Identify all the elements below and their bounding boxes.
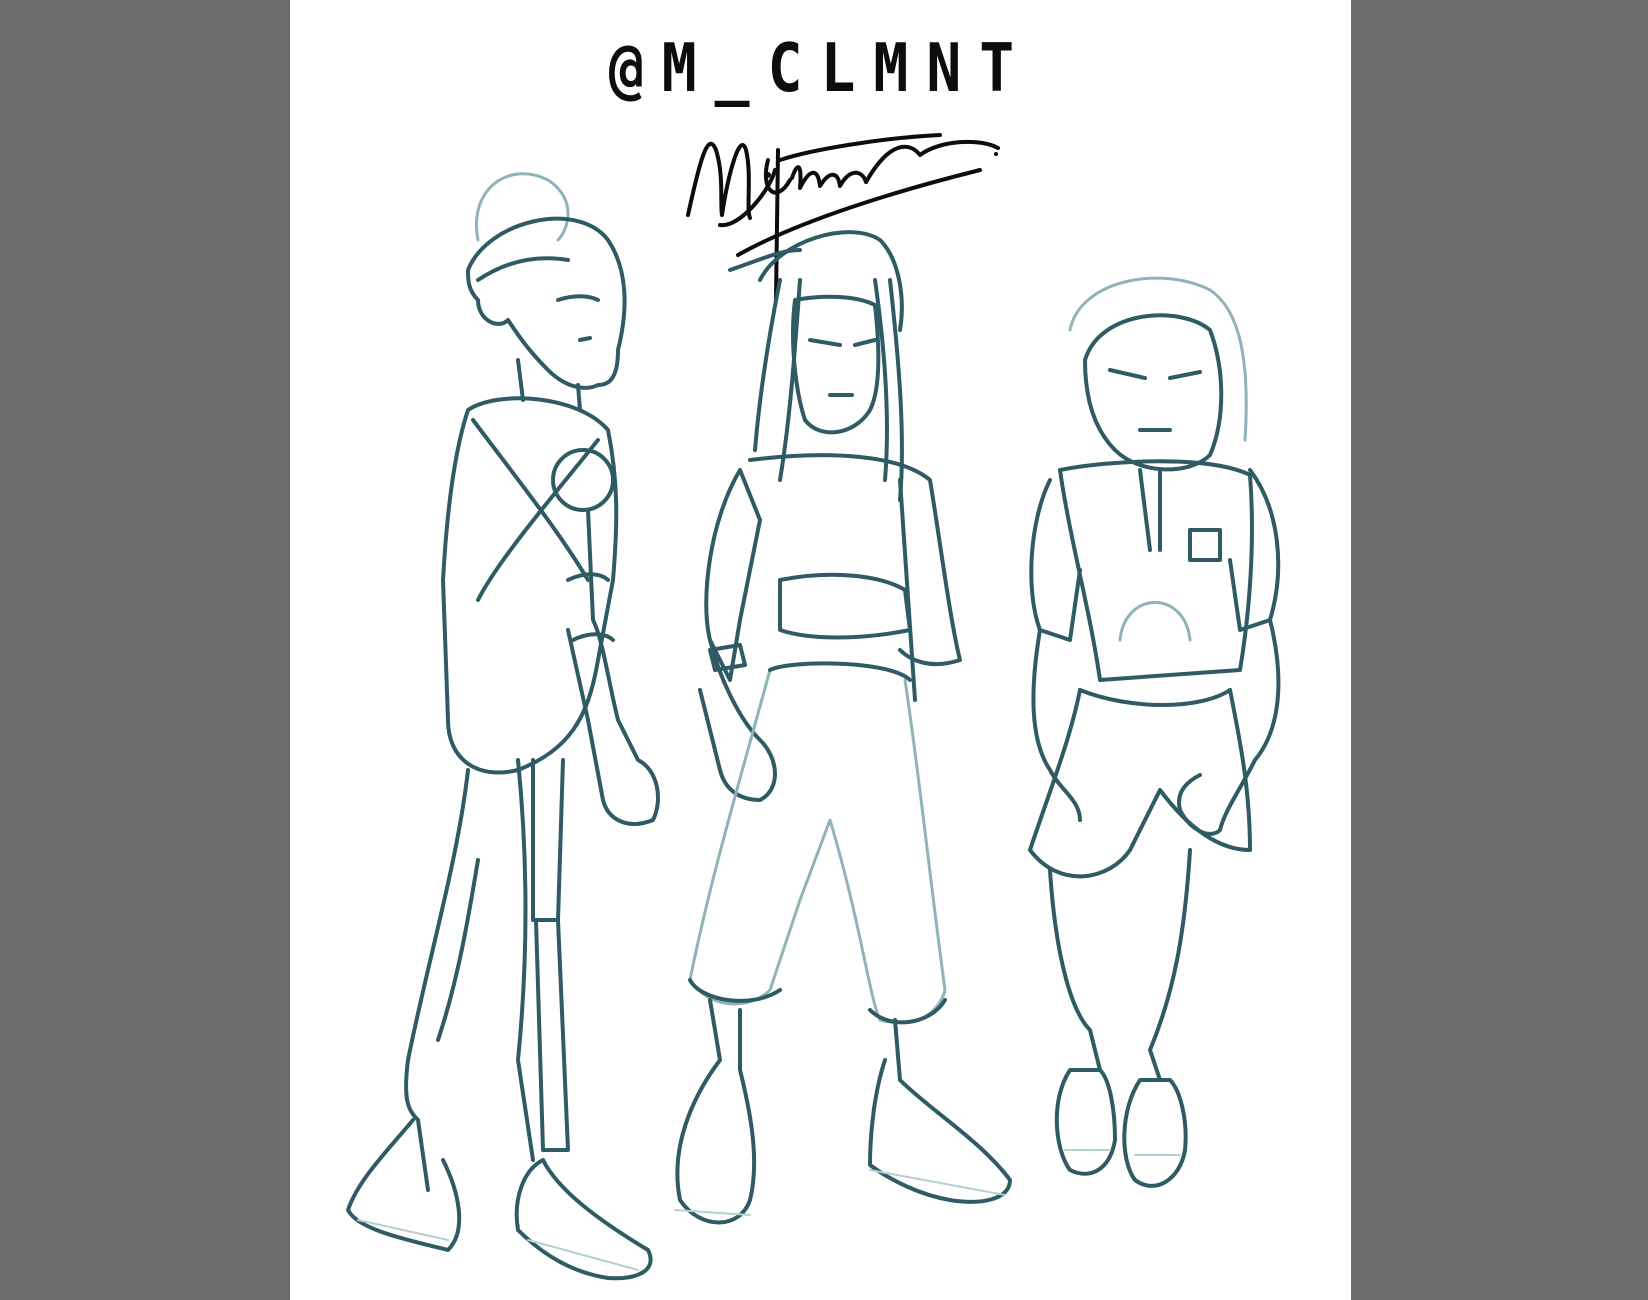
app-viewport: @M_CLMNT [0,0,1648,1300]
figure-right [1028,276,1281,1188]
figure-left [346,172,660,1281]
figure-center [674,230,1012,1225]
drawing-canvas[interactable]: @M_CLMNT [290,0,1351,1300]
artist-handle: @M_CLMNT [608,28,1033,108]
